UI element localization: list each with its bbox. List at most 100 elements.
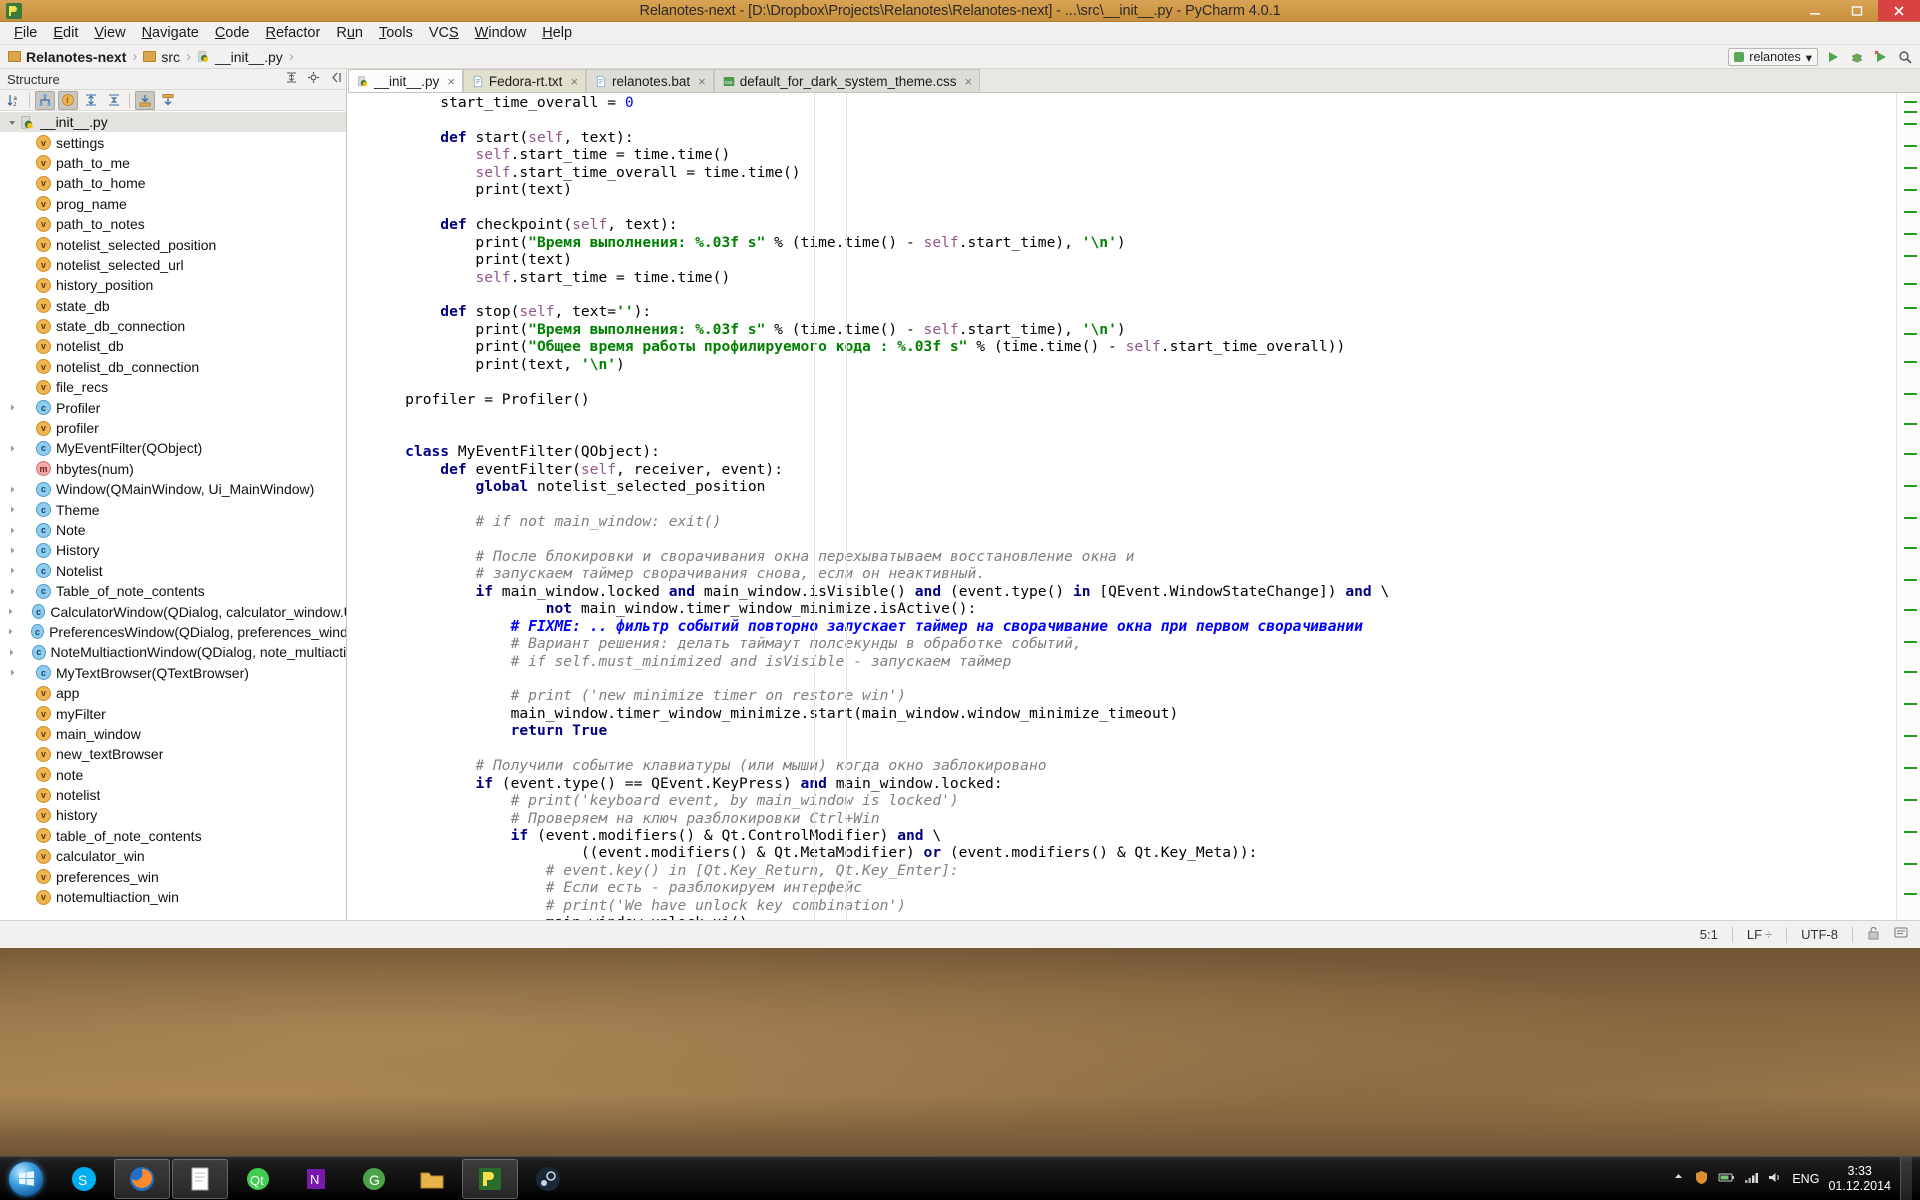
tree-expander[interactable] <box>4 526 20 535</box>
structure-item[interactable]: v myFilter <box>0 703 346 723</box>
network-icon[interactable] <box>1744 1171 1759 1188</box>
structure-item[interactable]: c Theme <box>0 499 346 519</box>
structure-item[interactable]: v notemultiaction_win <box>0 887 346 907</box>
tree-expander[interactable] <box>4 566 20 575</box>
structure-item[interactable]: v profiler <box>0 418 346 438</box>
close-icon[interactable]: × <box>698 74 706 89</box>
close-icon[interactable]: × <box>447 74 455 89</box>
stripe-marker[interactable] <box>1904 703 1917 705</box>
close-icon[interactable]: × <box>570 74 578 89</box>
structure-root[interactable]: __init__.py <box>0 112 346 133</box>
qt-taskbar-icon[interactable]: Qt <box>230 1159 286 1199</box>
structure-item[interactable]: v history_position <box>0 275 346 295</box>
maximize-button[interactable] <box>1836 0 1878 21</box>
stripe-marker[interactable] <box>1904 333 1917 335</box>
structure-item[interactable]: c NoteMultiactionWindow(QDialog, note_mul… <box>0 642 346 662</box>
stripe-marker[interactable] <box>1904 423 1917 425</box>
run-configuration-selector[interactable]: relanotes ▾ <box>1728 48 1818 66</box>
notepad-taskbar-icon[interactable] <box>172 1158 228 1199</box>
onenote-taskbar-icon[interactable]: N <box>288 1159 344 1199</box>
structure-item[interactable]: v calculator_win <box>0 846 346 866</box>
search-everywhere-button[interactable] <box>1896 48 1914 66</box>
stripe-marker[interactable] <box>1904 831 1917 833</box>
editor-tab[interactable]: relanotes.bat × <box>586 69 714 92</box>
code-text[interactable]: start_time_overall = 0 def start(self, t… <box>370 93 1896 920</box>
menu-navigate[interactable]: Navigate <box>134 23 207 43</box>
structure-item[interactable]: v app <box>0 683 346 703</box>
breadcrumb-item-src[interactable]: src › <box>143 48 197 65</box>
menu-window[interactable]: Window <box>467 23 535 43</box>
tree-expander[interactable] <box>4 587 20 596</box>
editor-tab-bar[interactable]: __init__.py × Fedora-rt.txt × relanotes.bat ×… <box>348 69 1920 93</box>
volume-icon[interactable] <box>1768 1171 1783 1188</box>
menu-tools[interactable]: Tools <box>371 23 421 43</box>
menu-view[interactable]: View <box>86 23 133 43</box>
stripe-marker[interactable] <box>1904 893 1917 895</box>
menu-refactor[interactable]: Refactor <box>258 23 329 43</box>
structure-item[interactable]: c History <box>0 540 346 560</box>
tree-expander[interactable] <box>4 607 18 616</box>
structure-item[interactable]: v main_window <box>0 724 346 744</box>
structure-item[interactable]: c Table_of_note_contents <box>0 581 346 601</box>
show-hidden-icons[interactable] <box>1672 1171 1685 1188</box>
close-button[interactable] <box>1878 0 1920 21</box>
skype-taskbar-icon[interactable]: S <box>56 1159 112 1199</box>
language-indicator[interactable]: ENG <box>1792 1172 1819 1186</box>
menu-edit[interactable]: Edit <box>45 23 86 43</box>
stripe-marker[interactable] <box>1904 361 1917 363</box>
run-button[interactable] <box>1824 48 1842 66</box>
firefox-taskbar-icon[interactable] <box>114 1158 170 1199</box>
menu-file[interactable]: File <box>6 23 45 43</box>
stripe-marker[interactable] <box>1904 211 1917 213</box>
menu-code[interactable]: Code <box>207 23 258 43</box>
editor-tab[interactable]: Fedora-rt.txt × <box>462 69 587 92</box>
antivirus-icon[interactable] <box>1694 1170 1709 1189</box>
stripe-marker[interactable] <box>1904 799 1917 801</box>
structure-item[interactable]: c MyTextBrowser(QTextBrowser) <box>0 663 346 683</box>
breadcrumb-item-project[interactable]: Relanotes-next › <box>8 48 143 65</box>
stripe-marker[interactable] <box>1904 863 1917 865</box>
structure-item[interactable]: v notelist_db <box>0 336 346 356</box>
structure-item[interactable]: c CalculatorWindow(QDialog, calculator_wi… <box>0 601 346 621</box>
editor-tab[interactable]: css default_for_dark_system_theme.css × <box>713 69 981 92</box>
breadcrumb-item-file[interactable]: __init__.py › <box>197 48 300 65</box>
tree-expander[interactable] <box>4 627 18 636</box>
sort-alphabetically-icon[interactable]: az <box>4 91 24 110</box>
battery-icon[interactable] <box>1718 1171 1735 1188</box>
stripe-marker[interactable] <box>1904 641 1917 643</box>
structure-item[interactable]: c Notelist <box>0 561 346 581</box>
clock[interactable]: 3:33 01.12.2014 <box>1828 1164 1891 1194</box>
stripe-marker[interactable] <box>1904 517 1917 519</box>
tree-expander[interactable] <box>4 668 20 677</box>
tree-expander[interactable] <box>4 648 18 657</box>
stripe-marker[interactable] <box>1904 123 1917 125</box>
stripe-marker[interactable] <box>1904 609 1917 611</box>
collapse-all-icon[interactable] <box>104 91 124 110</box>
stripe-marker[interactable] <box>1904 283 1917 285</box>
stripe-marker[interactable] <box>1904 307 1917 309</box>
structure-item[interactable]: v notelist_selected_url <box>0 255 346 275</box>
structure-item[interactable]: v state_db_connection <box>0 316 346 336</box>
structure-item[interactable]: v prog_name <box>0 194 346 214</box>
line-separator[interactable]: LF ÷ <box>1747 927 1772 942</box>
stripe-marker[interactable] <box>1904 233 1917 235</box>
tree-expander[interactable] <box>4 546 20 555</box>
close-icon[interactable]: × <box>965 74 973 89</box>
autoscroll-to-source-icon[interactable] <box>135 90 155 110</box>
structure-item[interactable]: v settings <box>0 132 346 152</box>
expand-collapse-icon[interactable] <box>285 71 298 87</box>
stripe-marker[interactable] <box>1904 255 1917 257</box>
coverage-button[interactable] <box>1872 48 1890 66</box>
stripe-marker[interactable] <box>1904 111 1917 113</box>
error-stripe[interactable] <box>1896 93 1920 920</box>
structure-item[interactable]: v preferences_win <box>0 866 346 886</box>
event-log-icon[interactable] <box>1894 926 1908 943</box>
steam-taskbar-icon[interactable] <box>520 1159 576 1199</box>
sublime-taskbar-icon[interactable]: G <box>346 1159 402 1199</box>
stripe-marker[interactable] <box>1904 767 1917 769</box>
structure-item[interactable]: m hbytes(num) <box>0 459 346 479</box>
stripe-marker[interactable] <box>1904 485 1917 487</box>
structure-item[interactable]: v state_db <box>0 296 346 316</box>
structure-item[interactable]: v path_to_notes <box>0 214 346 234</box>
stripe-marker[interactable] <box>1904 167 1917 169</box>
